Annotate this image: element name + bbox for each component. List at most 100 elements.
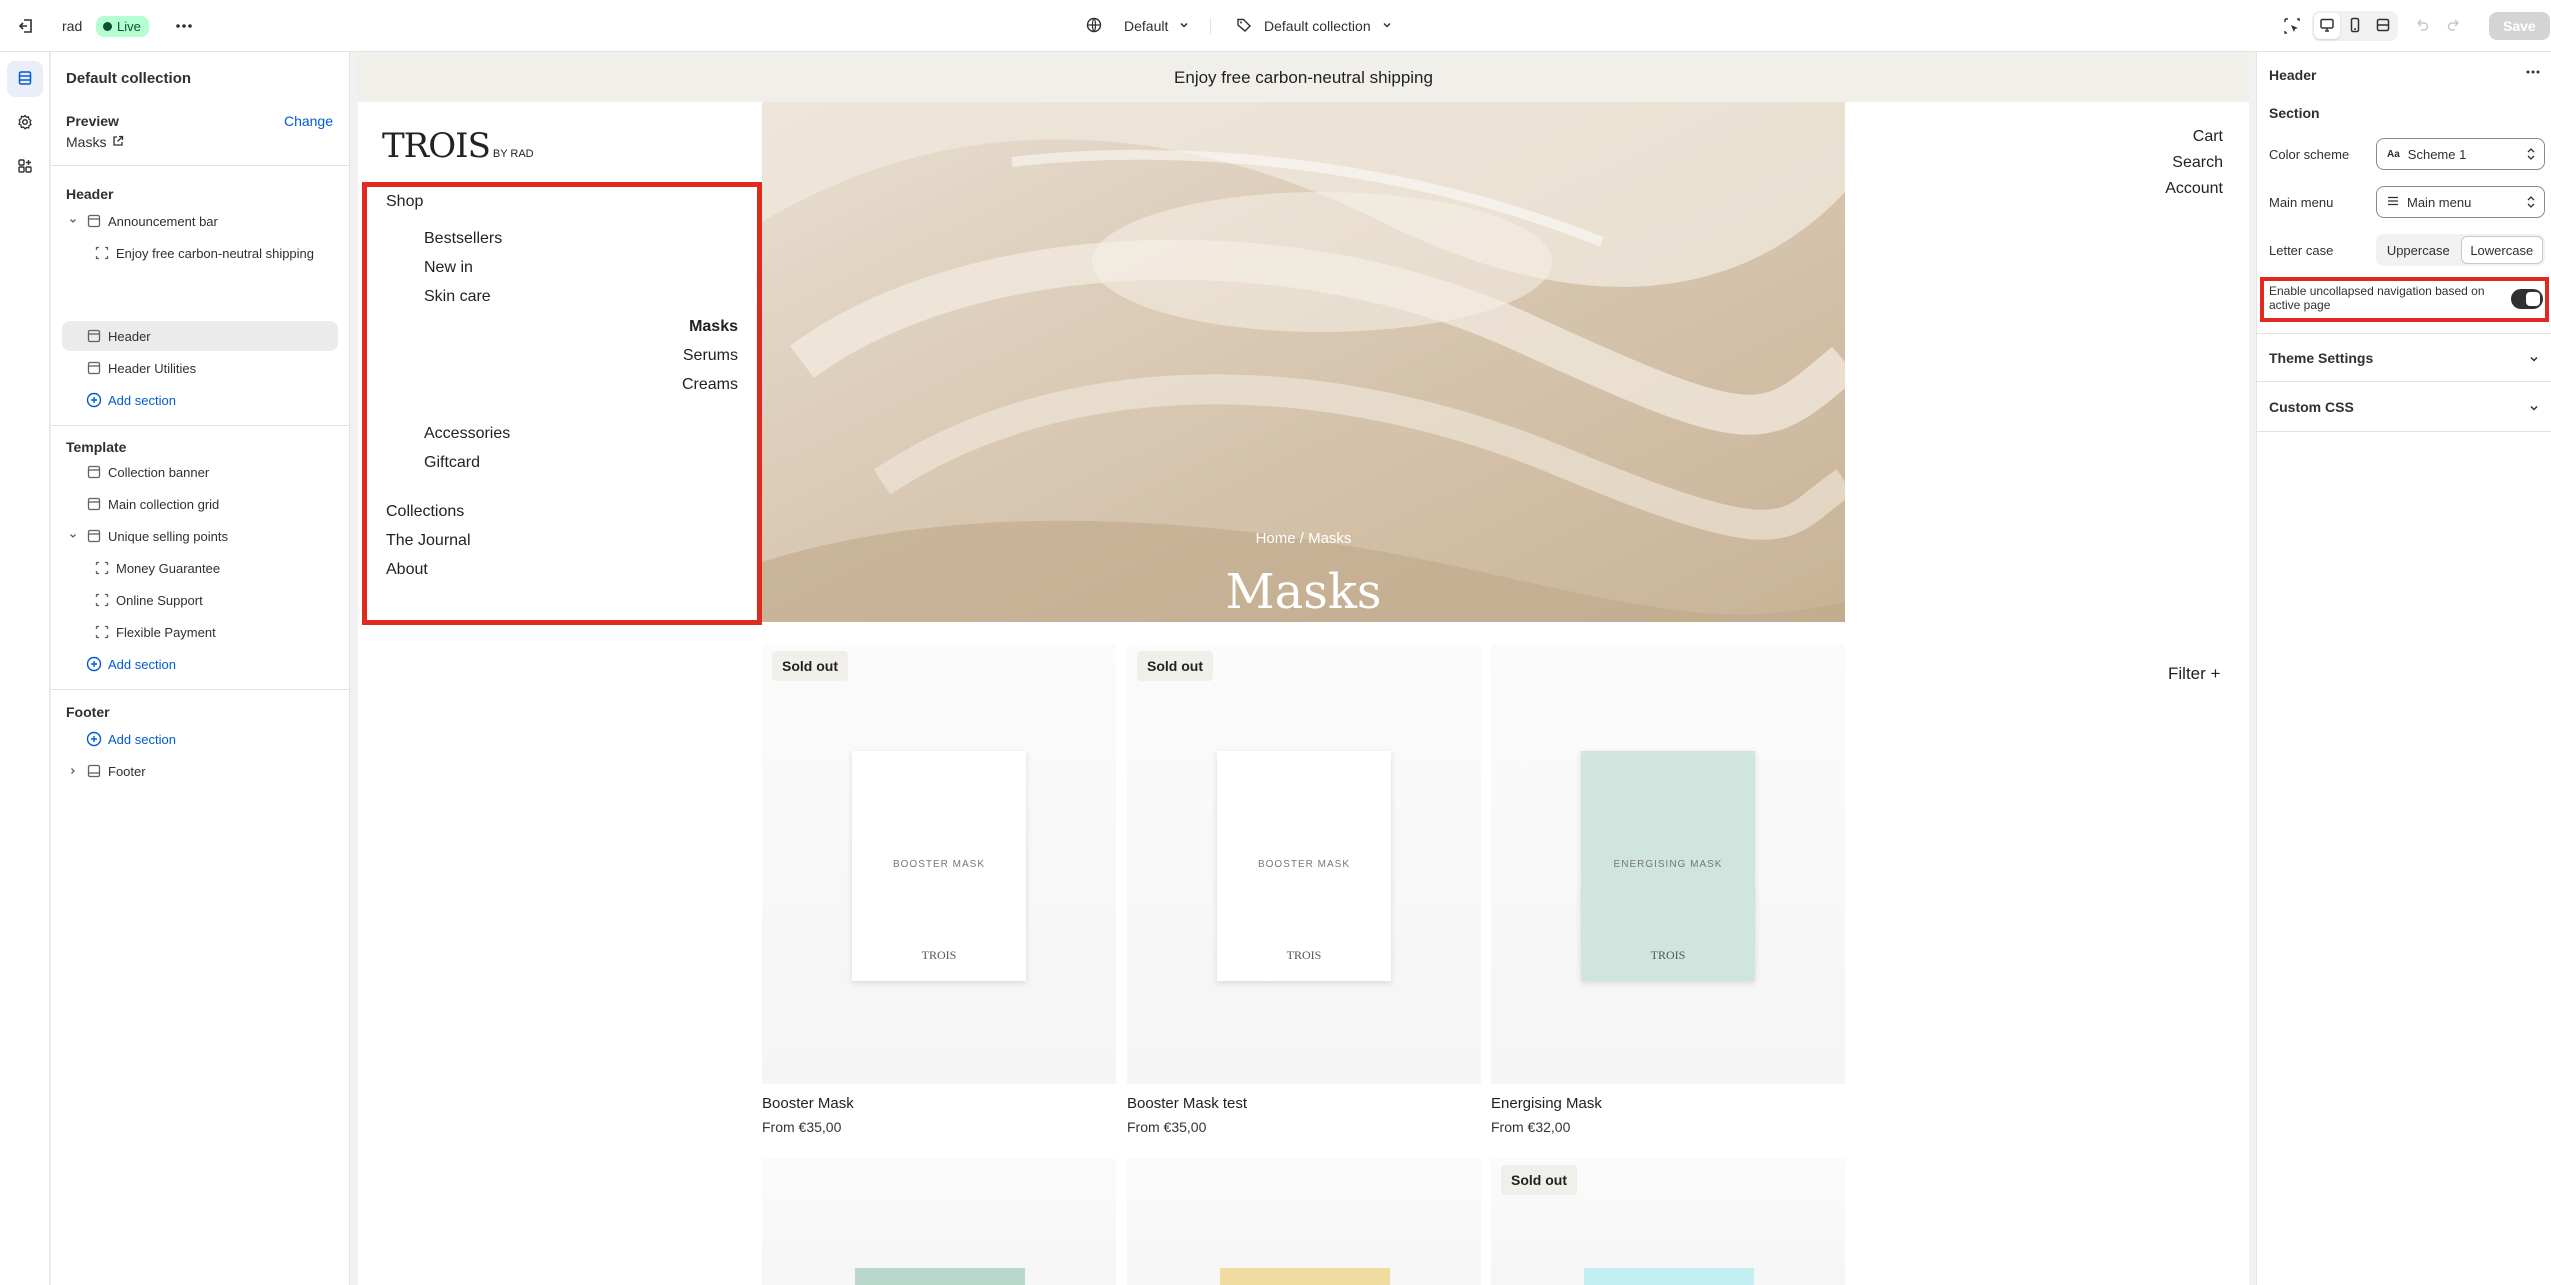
main-menu-select[interactable]: Main menu <box>2376 186 2545 218</box>
nav-serums[interactable]: Serums <box>683 347 738 365</box>
block-label: Enjoy free carbon-neutral shipping <box>116 245 315 261</box>
section-label: Header <box>108 328 151 344</box>
block-money-guarantee[interactable]: Money Guarantee <box>62 553 338 583</box>
lowercase-option[interactable]: Lowercase <box>2460 236 2543 264</box>
product-name[interactable]: Energising Mask <box>1491 1095 1602 1112</box>
product-price: From €35,00 <box>762 1119 842 1135</box>
header-group-heading: Header <box>66 186 114 202</box>
add-section-template-button[interactable]: Add section <box>62 649 338 679</box>
more-actions-button[interactable] <box>170 0 198 52</box>
accordion-label: Custom CSS <box>2269 399 2354 415</box>
product-card[interactable] <box>1127 1158 1481 1285</box>
section-label: Collection banner <box>108 464 210 480</box>
chevron-down-icon[interactable] <box>66 531 80 541</box>
search-link[interactable]: Search <box>2172 154 2223 172</box>
redo-icon <box>2446 17 2462 36</box>
save-button[interactable]: Save <box>2489 0 2550 52</box>
nav-new-in[interactable]: New in <box>424 259 473 277</box>
product-image: BOOSTER MASK TROIS <box>852 751 1026 981</box>
block-flexible-payment[interactable]: Flexible Payment <box>62 617 338 647</box>
nav-collections[interactable]: Collections <box>386 503 464 521</box>
product-image <box>855 1268 1025 1285</box>
section-label: Announcement bar <box>108 213 218 229</box>
mobile-view-button[interactable] <box>2342 13 2368 39</box>
chevron-right-icon[interactable] <box>66 766 80 776</box>
breadcrumb[interactable]: Home / Masks <box>762 530 1845 547</box>
section-unique-selling-points[interactable]: Unique selling points <box>62 521 338 551</box>
inspector-button[interactable] <box>2278 0 2306 52</box>
color-scheme-select[interactable]: Aa Scheme 1 <box>2376 138 2545 170</box>
section-icon <box>86 360 102 376</box>
add-section-header-button[interactable]: Add section <box>62 385 338 415</box>
pack-label: ENERGISING MASK <box>1613 859 1723 870</box>
change-preview-link[interactable]: Change <box>284 113 333 129</box>
nav-creams[interactable]: Creams <box>682 376 738 394</box>
store-name: rad <box>62 18 83 34</box>
filter-button[interactable]: Filter + <box>2168 664 2220 684</box>
nav-masks[interactable]: Masks <box>689 318 738 336</box>
custom-css-accordion[interactable]: Custom CSS <box>2257 383 2551 432</box>
nav-shop[interactable]: Shop <box>386 193 423 211</box>
section-label: Footer <box>108 763 146 779</box>
pack-brand: TROIS <box>1650 948 1686 962</box>
undo-button[interactable] <box>2414 0 2430 52</box>
uppercase-option[interactable]: Uppercase <box>2378 236 2459 264</box>
rail-apps-button[interactable] <box>7 149 43 185</box>
announcement-bar[interactable]: Enjoy free carbon-neutral shipping <box>358 54 2249 102</box>
section-header-utilities[interactable]: Header Utilities <box>62 353 338 383</box>
block-announcement[interactable]: Enjoy free carbon-neutral shipping <box>62 238 338 268</box>
plus-circle-icon <box>86 656 102 672</box>
product-price: From €32,00 <box>1491 1119 1571 1135</box>
tag-icon <box>1236 17 1252 36</box>
theme-settings-accordion[interactable]: Theme Settings <box>2257 333 2551 382</box>
cart-link[interactable]: Cart <box>2193 128 2223 146</box>
pack-brand: TROIS <box>921 948 957 962</box>
fullscreen-view-button[interactable] <box>2370 13 2396 39</box>
product-name[interactable]: Booster Mask test <box>1127 1095 1247 1112</box>
rail-settings-button[interactable] <box>7 105 43 141</box>
logo-text: TROIS <box>382 126 491 166</box>
settings-title: Header <box>2269 67 2317 83</box>
product-name[interactable]: Booster Mask <box>762 1095 854 1112</box>
nav-about[interactable]: About <box>386 561 428 579</box>
nav-journal[interactable]: The Journal <box>386 532 471 550</box>
section-collection-banner[interactable]: Collection banner <box>62 457 338 487</box>
section-label: Unique selling points <box>108 528 228 544</box>
uncollapsed-navigation-toggle[interactable] <box>2511 289 2543 309</box>
product-card[interactable]: ENERGISING MASK TROIS <box>1491 644 1845 1084</box>
sections-panel: Default collection Preview Change Masks … <box>51 52 350 1285</box>
section-main-collection-grid[interactable]: Main collection grid <box>62 489 338 519</box>
chevron-down-icon <box>2528 352 2540 368</box>
color-scheme-value: Scheme 1 <box>2407 146 2467 162</box>
preview-value: Masks <box>66 134 107 150</box>
template-selector[interactable]: Default collection <box>1236 0 1393 52</box>
rail-sections-button[interactable] <box>7 61 43 97</box>
desktop-view-button[interactable] <box>2314 13 2340 39</box>
exit-button[interactable] <box>12 0 40 52</box>
product-card[interactable]: BOOSTER MASK TROIS <box>762 644 1116 1084</box>
theme-selector[interactable]: Default <box>1086 0 1190 52</box>
nav-accessories[interactable]: Accessories <box>424 425 510 443</box>
account-link[interactable]: Account <box>2165 180 2223 198</box>
section-icon <box>86 328 102 344</box>
nav-giftcard[interactable]: Giftcard <box>424 454 480 472</box>
section-footer[interactable]: Footer <box>62 756 338 786</box>
section-announcement-bar[interactable]: Announcement bar <box>62 206 338 236</box>
block-online-support[interactable]: Online Support <box>62 585 338 615</box>
template-label: Default collection <box>1264 18 1371 34</box>
color-scheme-icon: Aa <box>2387 148 2400 160</box>
product-card[interactable]: BOOSTER MASK TROIS <box>1127 644 1481 1084</box>
exit-icon <box>12 12 40 40</box>
letter-case-label: Letter case <box>2269 243 2334 258</box>
store-logo[interactable]: TROIS BY RAD <box>382 126 534 166</box>
select-caret-icon <box>2526 147 2536 164</box>
nav-skin-care[interactable]: Skin care <box>424 288 491 306</box>
add-section-footer-button[interactable]: Add section <box>62 724 338 754</box>
chevron-down-icon[interactable] <box>66 216 80 226</box>
preview-value-link[interactable]: Masks <box>66 134 124 150</box>
product-card[interactable] <box>762 1158 1116 1285</box>
nav-bestsellers[interactable]: Bestsellers <box>424 230 502 248</box>
more-options-button[interactable] <box>2525 64 2541 83</box>
redo-button[interactable] <box>2446 0 2462 52</box>
section-header[interactable]: Header <box>62 321 338 351</box>
